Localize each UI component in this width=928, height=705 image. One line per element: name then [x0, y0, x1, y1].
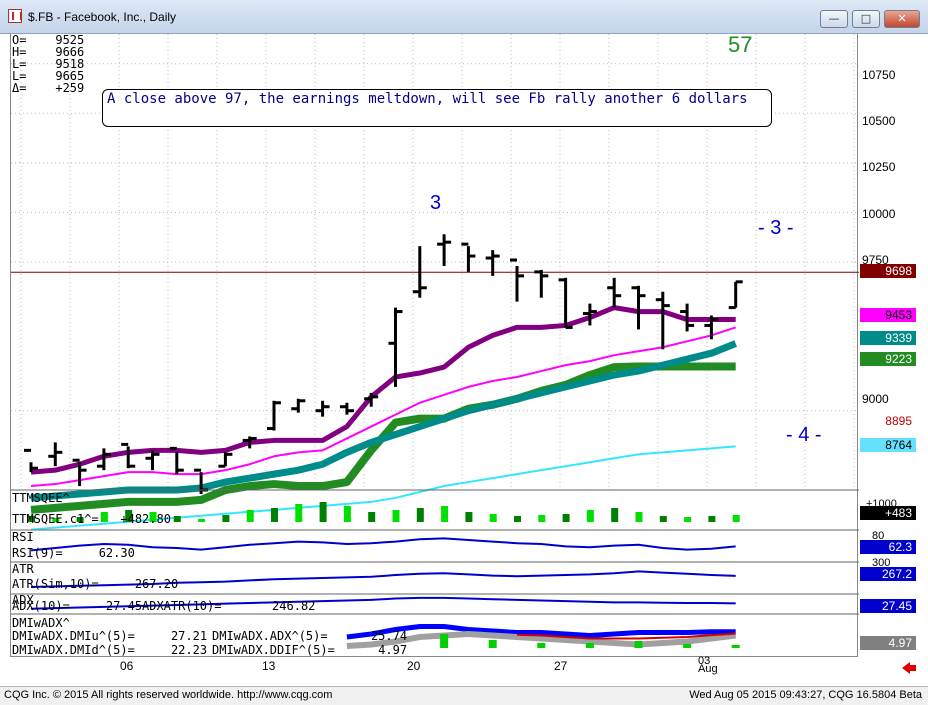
ttm-histogram-bar	[489, 514, 497, 522]
dmi-up-value: DMIwADX.DMIu^(5)= 27.21	[12, 629, 208, 643]
chart-annotation[interactable]: A close above 97, the earnings meltdown,…	[102, 89, 772, 127]
y-axis-label: 10750	[862, 68, 896, 82]
ttm-histogram-bar	[586, 510, 594, 522]
date-label: 27	[554, 659, 568, 673]
ttm-value: TTMSQEE.c1^= +482.80	[12, 512, 171, 526]
date-label: 06	[120, 659, 134, 673]
price-chart	[11, 34, 859, 649]
timestamp-text: Wed Aug 05 2015 09:43:27, CQG 16.5804 Be…	[689, 689, 922, 701]
ttm-histogram-bar	[271, 508, 278, 522]
ma-line-magenta	[30, 326, 737, 488]
rsi-value: RSI(9)= 62.30	[12, 546, 135, 560]
window-title: $.FB - Facebook, Inc., Daily	[28, 10, 177, 24]
ttm-histogram-bar	[635, 512, 643, 522]
ttm-histogram-bar	[222, 515, 230, 522]
price-tag-last: 9698	[860, 264, 916, 278]
close-button[interactable]: ✕	[884, 10, 920, 28]
ttm-histogram-bar	[514, 516, 521, 522]
chart-area[interactable]	[10, 34, 859, 656]
rsi-name: RSI	[12, 530, 34, 544]
dmi-ddif-bar	[683, 644, 692, 648]
rsi-line	[30, 537, 736, 552]
minimize-button[interactable]: —	[820, 10, 848, 28]
ma-line-purple	[30, 305, 736, 475]
ttm-histogram-bar	[198, 519, 206, 522]
ttm-histogram-bar	[708, 516, 716, 522]
wave-label-4: - 4 -	[786, 424, 822, 446]
y-axis-label: 10250	[862, 160, 896, 174]
adxatr-value: ADXATR(10)= 246.82	[142, 599, 316, 613]
ttm-histogram-bar	[659, 516, 667, 522]
rsi-tag: 62.3	[860, 540, 916, 554]
month-label: Aug	[698, 663, 718, 675]
delta-readout: Δ= +259	[12, 81, 85, 95]
wave-label-3-right: - 3 -	[758, 217, 794, 239]
ttm-histogram-bar	[416, 508, 424, 522]
ttm-name: TTMSQEE^	[12, 491, 70, 505]
count-label-57: 57	[728, 32, 753, 57]
y-axis-label: 9000	[862, 392, 889, 406]
ttm-histogram-bar	[441, 506, 449, 522]
price-tag-8895: 8895	[860, 414, 916, 428]
ttm-histogram-bar	[246, 510, 254, 522]
dmi-ddif-bar	[585, 643, 594, 648]
adx-value: ADX(10)= 27.45	[12, 599, 143, 613]
scroll-right-arrow-icon[interactable]	[900, 660, 918, 674]
status-bar: CQG Inc. © 2015 All rights reserved worl…	[0, 686, 928, 705]
dmi-ddif-bar	[537, 643, 546, 648]
ttm-histogram-bar	[684, 517, 692, 522]
ttm-histogram-bar	[392, 510, 400, 522]
ttm-tag: +483	[860, 506, 916, 520]
dmi-tag: 4.97	[860, 636, 916, 650]
ttm-histogram-bar	[368, 512, 376, 522]
ttm-histogram-bar	[319, 502, 327, 522]
atr-value: ATR(Sim,10)= 267.20	[12, 577, 179, 591]
y-axis-label: 10500	[862, 114, 896, 128]
dmi-adx-value: DMIwADX.ADX^(5)= 25.74	[212, 629, 408, 643]
price-tag-ma-magenta: 9453	[860, 308, 916, 322]
ttm-histogram-bar	[173, 516, 181, 522]
atr-tag: 267.2	[860, 567, 916, 581]
date-label: 13	[262, 659, 276, 673]
dmi-ddif-bar	[440, 634, 449, 648]
ttm-histogram-bar	[732, 515, 740, 522]
price-tag-ma-green: 9223	[860, 352, 916, 366]
maximize-button[interactable]: □	[852, 10, 880, 28]
date-axis: 06 13 20 27 03 Aug	[10, 655, 858, 675]
wave-label-3: 3	[430, 192, 442, 214]
date-label: 20	[407, 659, 421, 673]
price-tag-8764: 8764	[860, 438, 916, 452]
dmi-ddif-bar	[731, 645, 740, 648]
dmi-ddif-bar	[488, 640, 497, 648]
ttm-histogram-bar	[538, 515, 546, 522]
title-bar: $.FB - Facebook, Inc., Daily — □ ✕	[0, 0, 928, 34]
ttm-histogram-bar	[295, 504, 303, 522]
ttm-histogram-bar	[611, 508, 619, 522]
ttm-histogram-bar	[465, 512, 473, 522]
ttm-histogram-bar	[343, 506, 351, 522]
copyright-text: CQG Inc. © 2015 All rights reserved worl…	[4, 689, 333, 701]
app-icon	[8, 9, 22, 23]
price-tag-ma-teal: 9339	[860, 331, 916, 345]
adx-tag: 27.45	[860, 599, 916, 613]
dmi-ddif-bar	[634, 641, 643, 648]
y-axis-label: 10000	[862, 207, 896, 221]
atr-name: ATR	[12, 562, 34, 576]
ttm-histogram-bar	[562, 514, 570, 522]
